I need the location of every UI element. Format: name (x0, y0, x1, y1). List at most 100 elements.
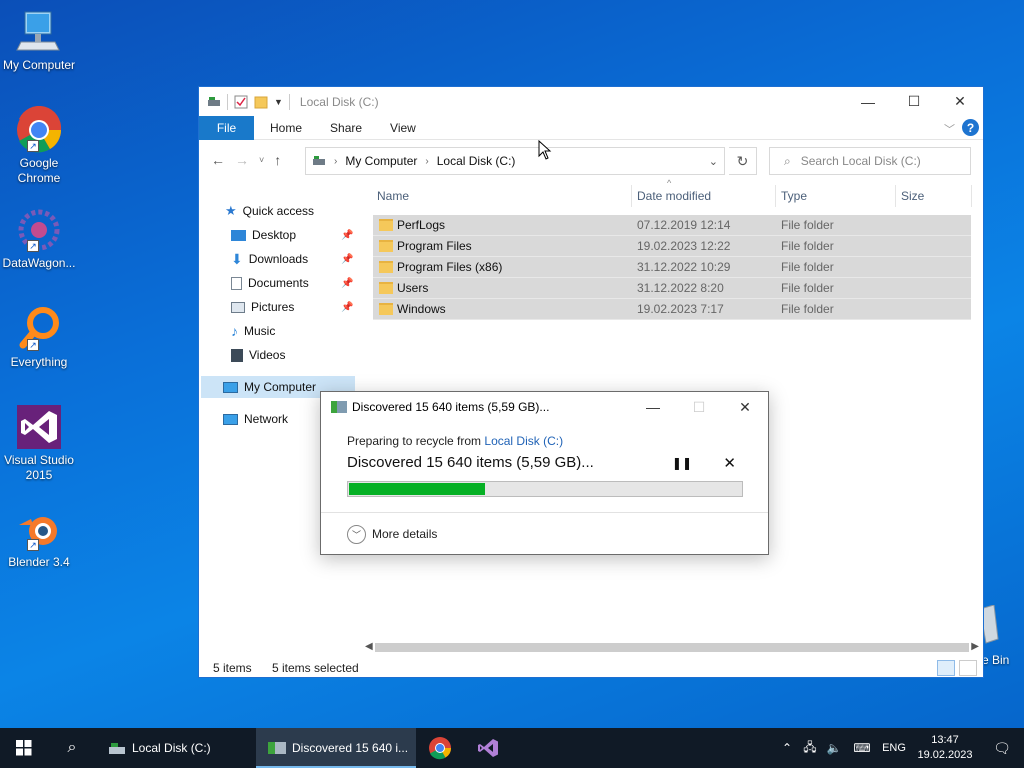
volume-icon[interactable]: 🔈 (822, 741, 846, 755)
search-input[interactable]: ⌕ Search Local Disk (C:) (769, 147, 971, 175)
ribbon-tab-home[interactable]: Home (256, 121, 316, 135)
source-location-link[interactable]: Local Disk (C:) (484, 434, 563, 448)
show-hidden-icons-chevron-icon[interactable]: ⌃ (776, 741, 798, 755)
column-divider[interactable] (775, 185, 776, 207)
taskbar-item-visual-studio[interactable] (464, 728, 512, 768)
new-folder-icon[interactable] (254, 95, 268, 109)
drive-icon[interactable] (207, 95, 221, 109)
drive-icon (313, 156, 325, 165)
folder-icon (379, 240, 393, 252)
scroll-left-arrow-icon[interactable]: ◀ (365, 641, 373, 652)
more-details-button[interactable]: More details (372, 527, 437, 541)
input-language[interactable]: ENG (878, 742, 910, 754)
breadcrumb-local-disk[interactable]: Local Disk (C:) (437, 154, 516, 168)
table-row[interactable]: Windows 19.02.2023 7:17 File folder (373, 299, 971, 320)
nav-documents[interactable]: Documents 📌 (231, 272, 387, 294)
taskbar-item-progress-dialog[interactable]: Discovered 15 640 i... (256, 728, 416, 768)
ribbon: File Home Share View ﹀ ? (199, 115, 983, 140)
customize-toolbar-chevron-icon[interactable]: ▼ (274, 97, 283, 107)
column-divider[interactable] (971, 185, 972, 207)
table-row[interactable]: Program Files (x86) 31.12.2022 10:29 Fil… (373, 257, 971, 278)
desktop-icon-blender[interactable]: ↗ Blender 3.4 (0, 505, 78, 570)
table-row[interactable]: PerfLogs 07.12.2019 12:14 File folder (373, 215, 971, 236)
details-view-icon[interactable] (937, 660, 955, 676)
column-divider[interactable] (895, 185, 896, 207)
network-status-icon[interactable]: 🖧 (798, 738, 822, 759)
nav-desktop[interactable]: Desktop 📌 (231, 224, 387, 246)
help-icon[interactable]: ? (962, 119, 979, 136)
expand-chevron-icon[interactable]: ﹀ (347, 524, 366, 544)
address-bar[interactable]: › My Computer › Local Disk (C:) ⌄ (305, 147, 725, 175)
taskbar-item-chrome[interactable] (416, 728, 464, 768)
ribbon-tab-file[interactable]: File (199, 115, 254, 140)
start-button[interactable] (0, 728, 48, 768)
pin-icon[interactable]: 📌 (341, 302, 353, 313)
column-type[interactable]: Type (781, 189, 807, 203)
desktop-icon-visual-studio[interactable]: Visual Studio 2015 (0, 403, 78, 483)
clock[interactable]: 13:47 19.02.2023 (910, 733, 980, 763)
ribbon-tab-share[interactable]: Share (316, 121, 376, 135)
back-arrow-icon[interactable]: ← (211, 152, 225, 168)
ribbon-tab-view[interactable]: View (376, 121, 430, 135)
desktop-icon-everything[interactable]: ↗ Everything (0, 305, 78, 370)
scrollbar-thumb[interactable] (375, 643, 969, 652)
column-divider[interactable] (631, 185, 632, 207)
visual-studio-icon (15, 403, 63, 451)
recent-locations-chevron-icon[interactable]: ˅ (259, 155, 264, 165)
column-size[interactable]: Size (901, 189, 924, 203)
column-name[interactable]: Name (377, 189, 409, 203)
dialog-titlebar[interactable]: Discovered 15 640 items (5,59 GB)... — ☐… (321, 392, 768, 422)
table-row[interactable]: Program Files 19.02.2023 12:22 File fold… (373, 236, 971, 257)
nav-downloads[interactable]: ⬇ Downloads 📌 (231, 248, 387, 270)
nav-pictures[interactable]: Pictures 📌 (231, 296, 387, 318)
cancel-operation-icon[interactable]: ✕ (723, 454, 736, 472)
network-icon (223, 413, 238, 425)
search-button[interactable]: ⌕ (48, 728, 96, 768)
shortcut-arrow-icon: ↗ (27, 140, 39, 152)
pause-icon[interactable]: ❚❚ (672, 456, 692, 470)
status-text: Discovered 15 640 items (5,59 GB)... (347, 454, 594, 471)
file-name: Users (397, 281, 429, 295)
desktop-icon-my-computer[interactable]: My Computer (0, 8, 78, 73)
file-name: PerfLogs (397, 218, 446, 232)
minimize-button[interactable]: — (845, 87, 891, 116)
scroll-right-arrow-icon[interactable]: ▶ (971, 641, 979, 652)
breadcrumb-my-computer[interactable]: My Computer (345, 154, 417, 168)
up-arrow-icon[interactable]: ↑ (274, 152, 281, 168)
keyboard-icon[interactable]: ⌨ (846, 741, 878, 755)
table-row[interactable]: Users 31.12.2022 8:20 File folder (373, 278, 971, 299)
taskbar-item-explorer[interactable]: Local Disk (C:) (96, 728, 256, 768)
file-name: Windows (397, 302, 446, 316)
dialog-maximize-button[interactable]: ☐ (676, 392, 722, 422)
expand-ribbon-chevron-icon[interactable]: ﹀ (944, 121, 955, 137)
nav-quick-access[interactable]: ★ Quick access (225, 200, 314, 222)
explorer-titlebar[interactable]: ▼ Local Disk (C:) — ☐ ✕ (199, 87, 983, 116)
file-operation-icon (331, 401, 347, 413)
breadcrumb-separator-icon[interactable]: › (425, 156, 428, 167)
desktop-icon-datawagon[interactable]: ↗ DataWagon... (0, 206, 78, 271)
column-date-modified[interactable]: Date modified (637, 189, 711, 203)
desktop-icon-recycle-bin[interactable]: e Bin (979, 604, 1024, 667)
desktop-icon-label: My Computer (2, 58, 76, 72)
nav-network[interactable]: Network (223, 408, 288, 430)
close-button[interactable]: ✕ (937, 87, 983, 116)
file-type: File folder (781, 302, 834, 316)
dialog-minimize-button[interactable]: — (630, 392, 676, 422)
forward-arrow-icon[interactable]: → (235, 152, 249, 168)
nav-music[interactable]: ♪ Music (231, 320, 275, 342)
pin-icon[interactable]: 📌 (341, 254, 353, 265)
horizontal-scrollbar[interactable]: ◀ ▶ (361, 639, 983, 656)
notifications-icon[interactable]: 🗨 (980, 740, 1024, 757)
properties-icon[interactable] (234, 95, 248, 109)
breadcrumb-separator-icon[interactable]: › (334, 156, 337, 167)
file-type: File folder (781, 260, 834, 274)
pin-icon[interactable]: 📌 (341, 278, 353, 289)
refresh-icon[interactable]: ↻ (729, 147, 757, 175)
desktop-icon-chrome[interactable]: ↗ Google Chrome (0, 105, 78, 186)
maximize-button[interactable]: ☐ (891, 87, 937, 116)
large-icons-view-icon[interactable] (959, 660, 977, 676)
address-dropdown-chevron-icon[interactable]: ⌄ (709, 155, 718, 168)
dialog-close-button[interactable]: ✕ (722, 392, 768, 422)
pin-icon[interactable]: 📌 (341, 230, 353, 241)
nav-videos[interactable]: Videos (231, 344, 285, 366)
